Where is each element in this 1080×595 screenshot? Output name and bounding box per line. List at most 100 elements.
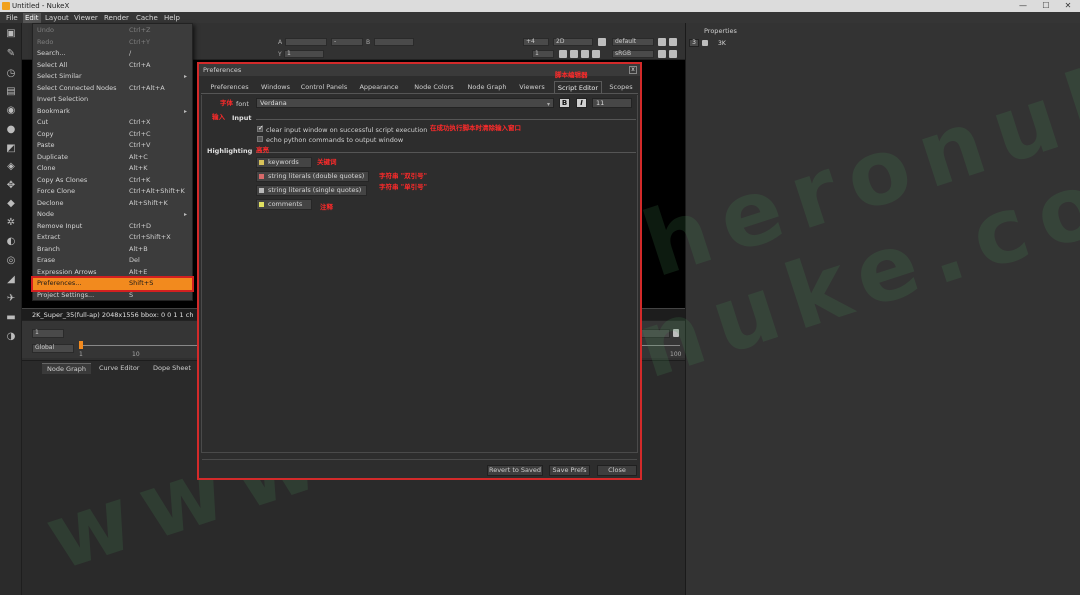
frame-range-select[interactable]: Global bbox=[32, 344, 74, 353]
font-select[interactable]: Verdana bbox=[256, 98, 554, 108]
merge-tool-icon[interactable]: ◈ bbox=[5, 161, 17, 173]
edit-menu-item[interactable]: Extract Ctrl+Shift+X bbox=[33, 232, 192, 244]
playhead-marker[interactable] bbox=[79, 341, 83, 349]
edit-menu-item[interactable]: Erase Del bbox=[33, 255, 192, 267]
echo-python-checkbox[interactable] bbox=[257, 136, 263, 142]
current-frame-field[interactable]: 1 bbox=[32, 329, 64, 338]
pref-tab[interactable]: Appearance bbox=[354, 81, 404, 93]
edit-menu-item[interactable]: Redo Ctrl+Y bbox=[33, 37, 192, 49]
y-field[interactable]: 1 bbox=[284, 50, 324, 58]
histogram-icon[interactable] bbox=[669, 38, 677, 46]
edit-menu-item[interactable]: Remove Input Ctrl+D bbox=[33, 221, 192, 233]
camera-icon[interactable] bbox=[598, 38, 606, 46]
tab-dope-sheet[interactable]: Dope Sheet bbox=[148, 363, 196, 374]
channel-b-select[interactable] bbox=[374, 38, 414, 46]
edit-menu-item[interactable]: Select Similar ▸ bbox=[33, 71, 192, 83]
edit-menu-item[interactable]: Clone Alt+K bbox=[33, 163, 192, 175]
menu-file[interactable]: File bbox=[4, 13, 20, 23]
edit-menu-item[interactable]: Bookmark ▸ bbox=[33, 106, 192, 118]
close-window-button[interactable]: ✕ bbox=[1057, 0, 1079, 12]
time-tool-icon[interactable]: ◷ bbox=[5, 68, 17, 80]
menu-edit[interactable]: Edit bbox=[23, 13, 41, 23]
string-double-color-button[interactable]: string literals (double quotes) bbox=[256, 171, 369, 182]
play-icon[interactable] bbox=[673, 329, 679, 337]
menu-cache[interactable]: Cache bbox=[134, 13, 160, 23]
edit-menu-item[interactable]: Node ▸ bbox=[33, 209, 192, 221]
image-tool-icon[interactable]: ▣ bbox=[5, 28, 17, 40]
keyer-tool-icon[interactable]: ◩ bbox=[5, 143, 17, 155]
edit-menu-item[interactable]: Expression Arrows Alt+E bbox=[33, 267, 192, 279]
plugin-tool-icon[interactable]: ◑ bbox=[5, 331, 17, 343]
edit-menu-item[interactable]: Invert Selection bbox=[33, 94, 192, 106]
metadata-tool-icon[interactable]: ◢ bbox=[5, 274, 17, 286]
keywords-color-button[interactable]: keywords bbox=[256, 157, 312, 168]
draw-tool-icon[interactable]: ✎ bbox=[5, 48, 17, 60]
close-dialog-button[interactable]: Close bbox=[597, 465, 637, 476]
edit-menu-item[interactable]: Cut Ctrl+X bbox=[33, 117, 192, 129]
deep-tool-icon[interactable]: ◐ bbox=[5, 236, 17, 248]
pref-tab[interactable]: Viewers bbox=[515, 81, 549, 93]
pref-tab[interactable]: Script Editor bbox=[554, 81, 602, 93]
maximize-button[interactable]: ☐ bbox=[1035, 0, 1057, 12]
operation-select[interactable]: - bbox=[331, 38, 363, 46]
edit-menu-item[interactable]: Force Clone Ctrl+Alt+Shift+K bbox=[33, 186, 192, 198]
filter-tool-icon[interactable]: ● bbox=[5, 124, 17, 136]
edit-menu-item[interactable]: Undo Ctrl+Z bbox=[33, 25, 192, 37]
bold-button[interactable]: B bbox=[559, 98, 570, 108]
colorspace-select[interactable]: sRGB bbox=[612, 50, 654, 58]
toolsets-tool-icon[interactable]: ✈ bbox=[5, 293, 17, 305]
edit-menu-item[interactable]: Search... / bbox=[33, 48, 192, 60]
font-size-field[interactable]: 11 bbox=[592, 98, 632, 108]
edit-menu-item[interactable]: Copy As Clones Ctrl+K bbox=[33, 175, 192, 187]
edit-menu-item[interactable]: Select All Ctrl+A bbox=[33, 60, 192, 72]
edit-menu-item[interactable]: Select Connected Nodes Ctrl+Alt+A bbox=[33, 83, 192, 95]
channel-a-select[interactable] bbox=[285, 38, 327, 46]
edit-menu-item[interactable]: Paste Ctrl+V bbox=[33, 140, 192, 152]
channel-tool-icon[interactable]: ▤ bbox=[5, 86, 17, 98]
particles-tool-icon[interactable]: ✲ bbox=[5, 217, 17, 229]
clipping-icon[interactable] bbox=[658, 38, 666, 46]
menu-help[interactable]: Help bbox=[162, 13, 182, 23]
minimize-button[interactable]: — bbox=[1012, 0, 1034, 12]
roi-icon[interactable] bbox=[570, 50, 578, 58]
settings-icon[interactable] bbox=[559, 50, 567, 58]
menu-viewer[interactable]: Viewer bbox=[72, 13, 100, 23]
string-single-color-button[interactable]: string literals (single quotes) bbox=[256, 185, 367, 196]
transform-tool-icon[interactable]: ✥ bbox=[5, 180, 17, 192]
edit-menu-item[interactable]: Copy Ctrl+C bbox=[33, 129, 192, 141]
pref-tab[interactable]: Node Colors bbox=[408, 81, 460, 93]
edit-menu-item[interactable]: Branch Alt+B bbox=[33, 244, 192, 256]
close-icon[interactable]: x bbox=[629, 66, 637, 74]
edit-menu-item[interactable]: Duplicate Alt+C bbox=[33, 152, 192, 164]
pref-tab[interactable]: Node Graph bbox=[464, 81, 510, 93]
max-panels-field[interactable]: 3 bbox=[689, 39, 699, 47]
revert-to-saved-button[interactable]: Revert to Saved bbox=[487, 465, 543, 476]
italic-button[interactable]: I bbox=[576, 98, 587, 108]
frame-step-select[interactable]: 1 bbox=[532, 50, 554, 58]
views-tool-icon[interactable]: ◎ bbox=[5, 255, 17, 267]
gain-field[interactable]: +4 bbox=[523, 38, 549, 46]
tab-curve-editor[interactable]: Curve Editor bbox=[94, 363, 144, 374]
other-tool-icon[interactable]: ▬ bbox=[5, 312, 17, 324]
menu-layout[interactable]: Layout bbox=[43, 13, 71, 23]
pref-tab[interactable]: Control Panels bbox=[297, 81, 351, 93]
end-frame-field[interactable] bbox=[640, 329, 670, 338]
tab-node-graph[interactable]: Node Graph bbox=[42, 363, 91, 374]
menu-render[interactable]: Render bbox=[102, 13, 131, 23]
save-prefs-button[interactable]: Save Prefs bbox=[549, 465, 590, 476]
3d-tool-icon[interactable]: ◆ bbox=[5, 198, 17, 210]
ip-icon[interactable] bbox=[658, 50, 666, 58]
refresh-icon[interactable] bbox=[581, 50, 589, 58]
view-mode-select[interactable]: 2D bbox=[553, 38, 593, 46]
comments-color-button[interactable]: comments bbox=[256, 199, 312, 210]
pref-tab[interactable]: Scopes bbox=[607, 81, 635, 93]
edit-menu-item[interactable]: Preferences... Shift+S bbox=[31, 276, 194, 292]
pref-tab[interactable]: Preferences bbox=[205, 81, 254, 93]
pause-icon[interactable] bbox=[592, 50, 600, 58]
edit-menu-item[interactable]: Declone Alt+Shift+K bbox=[33, 198, 192, 210]
lut-select[interactable]: default bbox=[612, 38, 654, 46]
pref-tab[interactable]: Windows bbox=[257, 81, 294, 93]
lock-icon[interactable] bbox=[669, 50, 677, 58]
color-tool-icon[interactable]: ◉ bbox=[5, 105, 17, 117]
edit-menu-item[interactable]: Project Settings... S bbox=[33, 290, 192, 302]
